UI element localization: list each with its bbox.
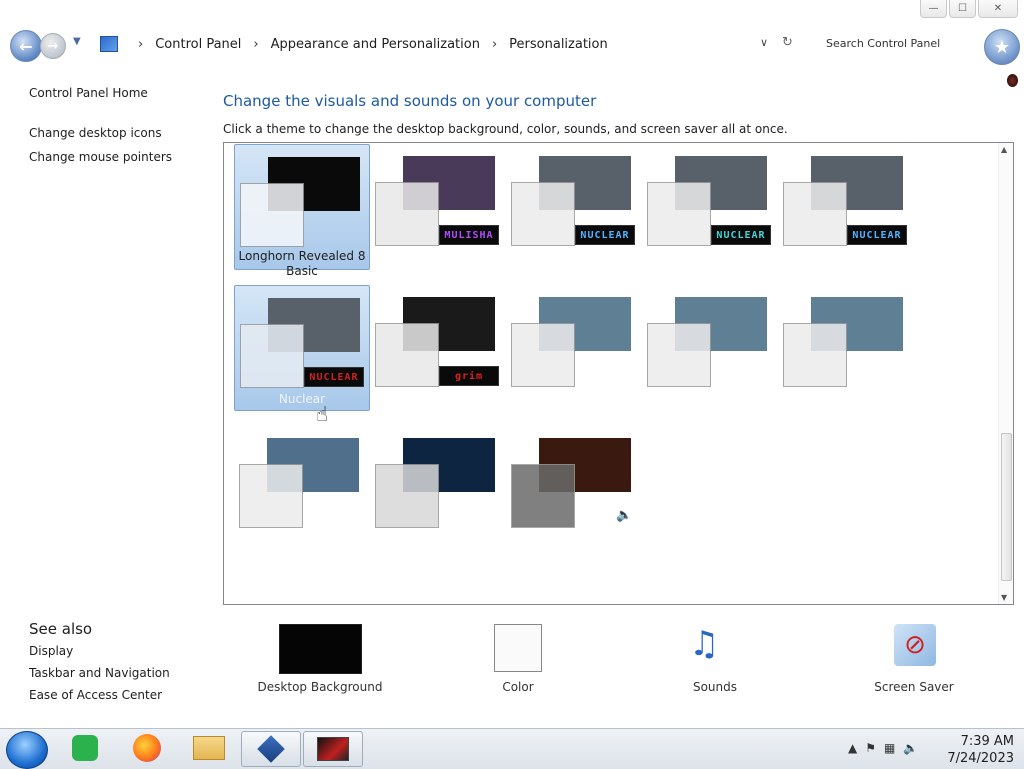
forward-arrow-icon: → xyxy=(47,38,59,54)
sounds-icon: ♫ xyxy=(689,624,720,664)
theme-window-color-preview xyxy=(647,323,711,387)
theme-list[interactable]: ▲ ▼ Longhorn Revealed 8 Basic MULISHA NUCL… xyxy=(223,142,1014,605)
theme-tile[interactable]: NUCLEAR Nuclear xyxy=(234,285,370,411)
speaker-icon: 🔈 xyxy=(616,508,633,523)
action-center-flag-icon[interactable]: ⚑ xyxy=(865,741,876,755)
theme-sound-scheme-badge: NUCLEAR xyxy=(847,225,907,245)
scroll-down-icon[interactable]: ▼ xyxy=(1001,593,1007,602)
clock-date: 7/24/2023 xyxy=(947,751,1014,766)
breadcrumb-personalization[interactable]: Personalization xyxy=(509,37,608,52)
theme-tile[interactable]: grim xyxy=(370,285,504,409)
theme-tile[interactable]: NUCLEAR xyxy=(506,144,640,268)
theme-sound-scheme-badge: MULISHA xyxy=(439,225,499,245)
start-button[interactable] xyxy=(6,731,48,769)
screen-saver-label: Screen Saver xyxy=(874,680,954,694)
show-hidden-icons-icon[interactable]: ▲ xyxy=(848,741,857,755)
ease-of-access-link[interactable]: Ease of Access Center xyxy=(29,688,170,702)
taskbar: ▲ ⚑ ▦ 🔈 7:39 AM 7/24/2023 xyxy=(0,728,1024,769)
title-bar: — ☐ ✕ xyxy=(0,0,1024,22)
theme-tile[interactable] xyxy=(506,285,640,409)
system-tray: ▲ ⚑ ▦ 🔈 xyxy=(848,741,918,755)
breadcrumb-control-panel[interactable]: Control Panel xyxy=(155,37,241,52)
close-button[interactable]: ✕ xyxy=(978,0,1018,18)
mouse-cursor-icon: ☝ xyxy=(316,402,329,426)
see-also-section: See also Display Taskbar and Navigation … xyxy=(29,620,170,710)
theme-tile[interactable] xyxy=(778,285,912,409)
theme-name: Nuclear xyxy=(278,392,326,406)
minimize-button[interactable]: — xyxy=(920,0,947,18)
back-arrow-icon: ← xyxy=(19,36,33,56)
theme-tile[interactable]: NUCLEAR xyxy=(778,144,912,268)
desktop-background-label: Desktop Background xyxy=(257,680,383,694)
theme-tile[interactable]: MULISHA xyxy=(370,144,504,268)
color-label: Color xyxy=(502,680,534,694)
page-title: Change the visuals and sounds on your co… xyxy=(223,92,597,110)
theme-name: Longhorn Revealed 8 Basic xyxy=(238,249,366,278)
sounds-label: Sounds xyxy=(692,680,738,694)
theme-tile[interactable]: NUCLEAR xyxy=(642,144,776,268)
address-dropdown-icon[interactable]: ∨ xyxy=(760,36,768,49)
theme-window-color-preview xyxy=(511,182,575,246)
control-panel-home-link[interactable]: Control Panel Home xyxy=(29,86,172,100)
personalization-taskbar-icon[interactable] xyxy=(303,731,363,767)
color-swatch xyxy=(494,624,542,672)
scroll-up-icon[interactable]: ▲ xyxy=(1001,145,1007,154)
desktop-background-thumbnail xyxy=(279,624,362,674)
see-also-title: See also xyxy=(29,620,93,638)
back-button[interactable]: ← xyxy=(10,30,42,62)
theme-tile[interactable] xyxy=(370,426,504,550)
recent-pages-dropdown[interactable]: ▼ xyxy=(73,36,81,47)
theme-window-color-preview xyxy=(239,464,303,528)
notes-app-icon[interactable] xyxy=(56,731,114,765)
control-panel-icon xyxy=(100,36,118,52)
clock-time: 7:39 AM xyxy=(960,734,1014,749)
theme-window-color-preview xyxy=(511,323,575,387)
theme-window-color-preview xyxy=(375,323,439,387)
theme-tile[interactable]: 🔈 xyxy=(506,426,640,550)
theme-sound-scheme-badge: NUCLEAR xyxy=(575,225,635,245)
user-avatar-icon xyxy=(1007,74,1018,87)
network-icon[interactable]: ▦ xyxy=(884,741,895,755)
breadcrumb-appearance[interactable]: Appearance and Personalization xyxy=(271,37,480,52)
breadcrumb-chevron-icon[interactable]: › xyxy=(253,37,258,52)
window-controls: — ☐ ✕ xyxy=(920,0,1018,18)
search-input[interactable]: Search Control Panel xyxy=(818,32,986,54)
theme-window-color-preview xyxy=(511,464,575,528)
maximize-button[interactable]: ☐ xyxy=(949,0,976,18)
theme-window-color-preview xyxy=(240,183,304,247)
refresh-icon[interactable]: ↻ xyxy=(782,35,793,50)
theme-window-color-preview xyxy=(647,182,711,246)
theme-sound-scheme-badge: grim xyxy=(439,366,499,386)
taskbar-navigation-link[interactable]: Taskbar and Navigation xyxy=(29,666,170,680)
change-desktop-icons-link[interactable]: Change desktop icons xyxy=(29,126,172,140)
volume-icon[interactable]: 🔈 xyxy=(903,741,918,755)
theme-window-color-preview xyxy=(783,182,847,246)
firefox-icon[interactable] xyxy=(118,731,176,765)
theme-tile[interactable]: Longhorn Revealed 8 Basic xyxy=(234,144,370,278)
change-mouse-pointers-link[interactable]: Change mouse pointers xyxy=(29,150,172,164)
address-bar-row: ← → ▼ › Control Panel › Appearance and P… xyxy=(0,22,1024,70)
theme-window-color-preview xyxy=(783,323,847,387)
display-link[interactable]: Display xyxy=(29,644,170,658)
page-subtitle: Click a theme to change the desktop back… xyxy=(223,122,788,136)
breadcrumb-chevron-icon[interactable]: › xyxy=(138,37,143,52)
theme-sound-scheme-badge: NUCLEAR xyxy=(304,367,364,387)
screen-saver-icon: ⊘ xyxy=(894,624,936,666)
theme-tile[interactable] xyxy=(642,285,776,409)
clock[interactable]: 7:39 AM 7/24/2023 xyxy=(920,733,1014,767)
vertical-scrollbar[interactable]: ▲ ▼ xyxy=(998,143,1013,604)
scrollbar-thumb[interactable] xyxy=(1001,433,1012,581)
virtualbox-icon[interactable] xyxy=(241,731,301,767)
theme-window-color-preview xyxy=(375,182,439,246)
user-orb-icon[interactable]: ★ xyxy=(984,29,1020,65)
left-pane: Control Panel Home Change desktop icons … xyxy=(29,86,172,174)
theme-window-color-preview xyxy=(240,324,304,388)
breadcrumb-chevron-icon[interactable]: › xyxy=(492,37,497,52)
theme-window-color-preview xyxy=(375,464,439,528)
theme-sound-scheme-badge: NUCLEAR xyxy=(711,225,771,245)
theme-tile[interactable] xyxy=(234,426,368,550)
file-explorer-icon[interactable] xyxy=(180,731,238,765)
forward-button[interactable]: → xyxy=(40,33,66,59)
breadcrumb: › Control Panel › Appearance and Persona… xyxy=(100,36,608,52)
